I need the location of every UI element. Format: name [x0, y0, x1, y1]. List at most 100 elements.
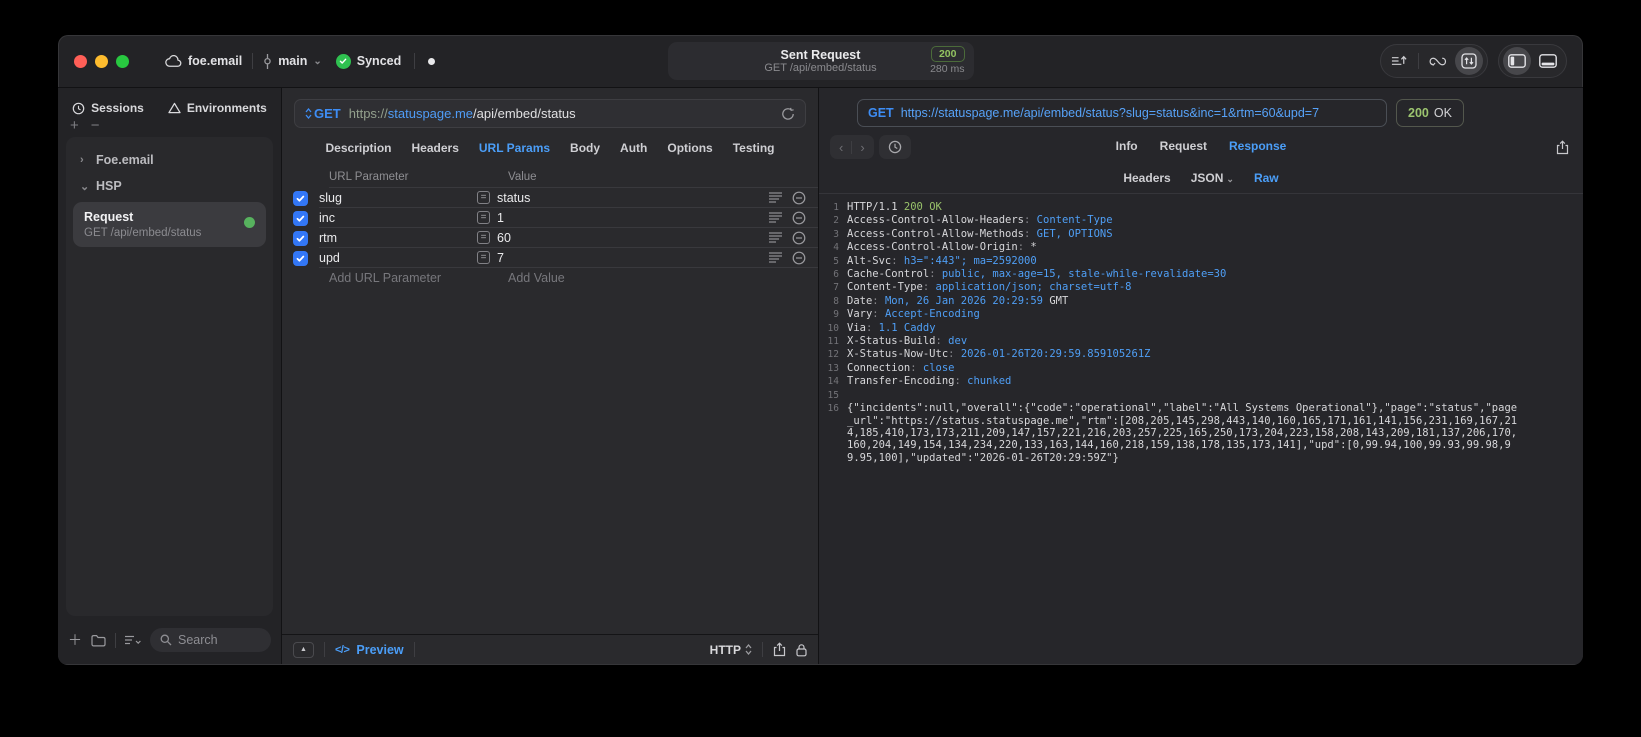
response-tab-response[interactable]: Response — [1229, 139, 1286, 153]
sent-request-url-box[interactable]: GET https://statuspage.me/api/embed/stat… — [857, 99, 1387, 127]
code-token: public, max-age=15, stale-while-revalida… — [941, 268, 1227, 281]
close-window-button[interactable] — [74, 54, 87, 68]
method-label: GET — [314, 106, 341, 121]
param-name[interactable]: slug — [319, 191, 477, 205]
protocol-selector[interactable]: HTTP — [710, 643, 752, 657]
param-row-content: upd = 7 — [319, 248, 818, 268]
expand-panel-button[interactable]: ▲ — [293, 641, 314, 658]
response-tab-info[interactable]: Info — [1116, 139, 1138, 153]
param-checkbox[interactable] — [293, 190, 308, 206]
text-lines-icon[interactable] — [769, 252, 783, 263]
toggle-bottom-panel-button[interactable] — [1534, 47, 1562, 75]
export-response-button[interactable] — [1556, 139, 1569, 155]
sent-method-label: GET — [868, 106, 894, 120]
method-selector[interactable]: GET — [305, 106, 341, 121]
footer-divider — [115, 632, 116, 648]
code-line: 8 Date: Mon, 26 Jan 2026 20:29:59 GMT — [824, 295, 1553, 308]
param-checkbox[interactable] — [293, 230, 308, 246]
lock-button[interactable] — [796, 643, 807, 657]
remove-param-icon[interactable] — [792, 251, 806, 265]
forward-button[interactable]: › — [860, 140, 864, 155]
share-button[interactable] — [773, 642, 786, 657]
code-line: 16 {"incidents":null,"overall":{"code":"o… — [824, 402, 1553, 464]
text-lines-icon[interactable] — [769, 232, 783, 243]
response-tab-request[interactable]: Request — [1160, 139, 1207, 153]
titlebar-actions — [1380, 44, 1567, 78]
remove-param-icon[interactable] — [792, 231, 806, 245]
editor-tab-body[interactable]: Body — [570, 141, 600, 155]
code-line: 4 Access-Control-Allow-Origin: * — [824, 241, 1553, 254]
line-text: Via: 1.1 Caddy — [847, 322, 936, 335]
param-checkbox[interactable] — [293, 210, 308, 226]
history-button[interactable] — [878, 135, 911, 159]
clock-icon — [888, 140, 902, 154]
add-param-row[interactable]: Add URL Parameter Add Value — [282, 268, 818, 288]
tree-group-hsp[interactable]: ⌄ HSP — [73, 173, 266, 199]
editor-tab-auth[interactable]: Auth — [620, 141, 647, 155]
sidebar-add-remove: + − — [66, 118, 273, 134]
editor-tab-description[interactable]: Description — [326, 141, 392, 155]
tree-group-foe-email[interactable]: › Foe.email — [73, 147, 266, 173]
param-value[interactable]: status — [497, 191, 530, 205]
param-value[interactable]: 60 — [497, 231, 511, 245]
response-status-code: 200 — [1408, 106, 1429, 120]
text-lines-icon[interactable] — [769, 192, 783, 203]
add-session-button[interactable]: + — [70, 118, 79, 133]
add-param-value-placeholder[interactable]: Add Value — [508, 271, 565, 285]
code-token: GMT — [1043, 294, 1069, 307]
params-section: URL Parameter Value slug = status inc = 1 rtm =… — [282, 166, 818, 634]
editor-tab-options[interactable]: Options — [667, 141, 712, 155]
remove-param-icon[interactable] — [792, 211, 806, 225]
tab-sessions[interactable]: Sessions — [72, 101, 144, 115]
param-checkbox[interactable] — [293, 250, 308, 266]
code-token: HTTP/1.1 — [847, 201, 904, 213]
remove-session-button[interactable]: − — [91, 118, 100, 133]
code-line: 3 Access-Control-Allow-Methods: GET, OPTI… — [824, 228, 1553, 241]
resend-request-button[interactable] — [781, 107, 795, 121]
response-subtab-headers[interactable]: Headers — [1123, 171, 1170, 185]
sidebar-request-item[interactable]: Request GET /api/embed/status — [73, 202, 266, 247]
send-receive-button[interactable] — [1455, 47, 1483, 75]
active-request-pill[interactable]: Sent Request GET /api/embed/status 200 2… — [667, 42, 974, 80]
line-text: X-Status-Now-Utc: 2026-01-26T20:29:59.85… — [847, 348, 1150, 361]
back-button[interactable]: ‹ — [839, 140, 843, 155]
code-token: : — [922, 281, 936, 294]
code-line: 14 Transfer-Encoding: chunked — [824, 375, 1553, 388]
param-name[interactable]: upd — [319, 251, 477, 265]
text-lines-icon[interactable] — [769, 212, 783, 223]
workspace-switcher[interactable]: foe.email — [165, 54, 242, 68]
new-folder-button[interactable] — [91, 634, 106, 647]
sort-options-button[interactable] — [125, 635, 141, 646]
editor-tab-headers[interactable]: Headers — [412, 141, 459, 155]
minimize-window-button[interactable] — [95, 54, 108, 68]
code-token: 2026-01-26T20:29:59.859105261Z — [960, 348, 1151, 361]
param-value[interactable]: 7 — [497, 251, 504, 265]
zoom-window-button[interactable] — [116, 54, 129, 68]
param-name[interactable]: rtm — [319, 231, 477, 245]
branch-selector[interactable]: main ⌄ — [263, 53, 322, 69]
response-subtab-raw[interactable]: Raw — [1254, 171, 1279, 185]
remove-param-icon[interactable] — [792, 191, 806, 205]
code-line: 15 — [824, 389, 1553, 402]
import-export-button[interactable] — [1385, 47, 1413, 75]
line-text: HTTP/1.1 200 OK — [847, 201, 942, 214]
param-value-cell: = 7 — [477, 251, 504, 265]
sync-status[interactable]: Synced — [335, 53, 401, 69]
request-pill-status: 200 280 ms — [930, 46, 965, 75]
url-text[interactable]: https://statuspage.me/api/embed/status — [341, 106, 576, 121]
response-subtab-json[interactable]: JSON ⌄ — [1191, 171, 1234, 185]
url-bar[interactable]: GET https://statuspage.me/api/embed/stat… — [294, 99, 806, 128]
editor-tab-url-params[interactable]: URL Params — [479, 141, 550, 155]
param-value[interactable]: 1 — [497, 211, 504, 225]
add-request-button[interactable]: ＋ — [68, 630, 82, 650]
param-row-content: slug = status — [319, 188, 818, 208]
param-name[interactable]: inc — [319, 211, 477, 225]
add-param-name-placeholder[interactable]: Add URL Parameter — [329, 271, 487, 285]
editor-tab-testing[interactable]: Testing — [733, 141, 775, 155]
response-code[interactable]: 1 HTTP/1.1 200 OK 2 Access-Control-Allow-He… — [819, 194, 1583, 664]
tab-environments[interactable]: Environments — [168, 101, 267, 115]
sync-loop-button[interactable] — [1424, 47, 1452, 75]
toggle-sidebar-button[interactable] — [1503, 47, 1531, 75]
preview-button[interactable]: </> Preview — [335, 643, 404, 657]
search-input[interactable]: Search — [150, 628, 271, 652]
